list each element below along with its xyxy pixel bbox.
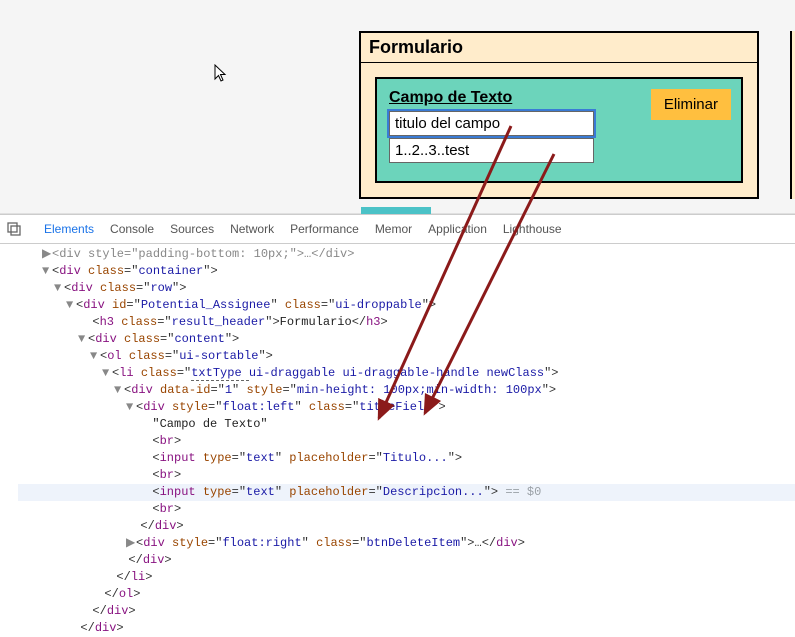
dom-line[interactable]: </div> [18,603,795,620]
dom-line[interactable]: <br> [18,501,795,518]
dom-line[interactable]: </div> [18,552,795,569]
devtools-panel: Elements Console Sources Network Perform… [0,214,795,637]
dom-line[interactable]: ▼<div class="content"> [18,331,795,348]
dom-line[interactable]: ▶<div style="padding-bottom: 10px;">…</d… [18,246,795,263]
dom-line[interactable]: </li> [18,569,795,586]
dom-line[interactable]: ▼<div data-id="1" style="min-height: 100… [18,382,795,399]
dom-line[interactable]: ▼<ol class="ui-sortable"> [18,348,795,365]
dom-line[interactable]: <br> [18,467,795,484]
dom-line[interactable]: ▼<div id="Potential_Assignee" class="ui-… [18,297,795,314]
devtools-dom-tree[interactable]: ▶<div style="padding-bottom: 10px;">…</d… [0,244,795,637]
dom-line[interactable]: ▼<li class="txtType ui-draggable ui-drag… [18,365,795,382]
tab-lighthouse[interactable]: Lighthouse [503,219,562,239]
devtools-toolbar: Elements Console Sources Network Perform… [0,215,795,244]
dom-line[interactable]: </div> [18,620,795,637]
tab-sources[interactable]: Sources [170,219,214,239]
dom-line[interactable]: ▼<div class="container"> [18,263,795,280]
adjacent-panel-edge [790,31,795,199]
dom-line[interactable]: "Campo de Texto" [18,416,795,433]
dom-line[interactable]: ▶<div style="float:right" class="btnDele… [18,535,795,552]
dom-line[interactable]: <br> [18,433,795,450]
description-input[interactable] [389,138,594,163]
dom-line[interactable]: ▼<div style="float:left" class="titleFie… [18,399,795,416]
tab-memory[interactable]: Memor [375,219,412,239]
inspect-icon[interactable] [0,222,28,236]
tab-elements[interactable]: Elements [44,219,94,239]
dom-line[interactable]: </ol> [18,586,795,603]
form-panel: Formulario Eliminar Campo de Texto [359,31,759,199]
dom-line[interactable]: <h3 class="result_header">Formulario</h3… [18,314,795,331]
dom-line[interactable]: </div> [18,518,795,535]
mouse-cursor-icon [214,64,230,89]
form-header: Formulario [361,33,757,63]
delete-button[interactable]: Eliminar [651,89,731,120]
tab-performance[interactable]: Performance [290,219,359,239]
tab-console[interactable]: Console [110,219,154,239]
dom-line[interactable]: ▼<div class="row"> [18,280,795,297]
tab-network[interactable]: Network [230,219,274,239]
text-field-card[interactable]: Eliminar Campo de Texto [375,77,743,183]
dom-line[interactable]: <input type="text" placeholder="Titulo..… [18,450,795,467]
button-stub [361,207,431,214]
title-input[interactable] [389,111,594,136]
tab-application[interactable]: Application [428,219,487,239]
dom-line-selected[interactable]: <input type="text" placeholder="Descripc… [18,484,795,501]
page-viewport: Formulario Eliminar Campo de Texto [0,0,795,214]
